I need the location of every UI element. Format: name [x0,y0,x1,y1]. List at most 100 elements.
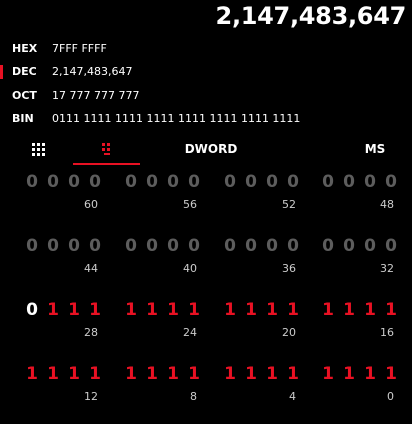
bit-toggle[interactable]: 1 [362,300,378,320]
bit-toggle[interactable]: 1 [186,300,202,320]
radix-row-oct[interactable]: OCT 17 777 777 777 [0,87,412,109]
bit-toggle[interactable]: 0 [285,236,301,256]
memory-store-button[interactable]: MS [360,135,390,163]
bit-position-label: 4 [289,390,296,403]
bit-position-label: 56 [183,198,197,211]
bit-toggle[interactable]: 1 [320,300,336,320]
bit-toggle[interactable]: 0 [341,172,357,192]
bit-toggle[interactable]: 1 [362,364,378,384]
bit-toggle[interactable]: 0 [383,172,399,192]
radix-label: BIN [12,112,34,125]
bit-position-label: 24 [183,326,197,339]
bit-position-label: 32 [380,262,394,275]
keypad-grid-icon [31,142,45,156]
bit-toggle[interactable]: 1 [264,364,280,384]
bit-toggle[interactable]: 0 [87,172,103,192]
radix-label: OCT [12,89,37,102]
bit-toggle[interactable]: 1 [264,300,280,320]
bit-toggle[interactable]: 0 [24,300,40,320]
bit-toggle[interactable]: 1 [285,364,301,384]
bit-toggle[interactable]: 1 [144,364,160,384]
bit-toggle[interactable]: 0 [123,236,139,256]
bit-toggle[interactable]: 1 [383,300,399,320]
bit-position-label: 20 [282,326,296,339]
radix-row-bin[interactable]: BIN 0111 1111 1111 1111 1111 1111 1111 11… [0,110,412,132]
bit-row: 0 1 1 1 1 1 1 1 1 1 1 1 1 1 1 1 28 24 20 16 [0,300,412,360]
bit-toggle[interactable]: 0 [123,172,139,192]
radix-label: HEX [12,42,38,55]
bit-toggle[interactable]: 0 [383,236,399,256]
keypad-tab[interactable] [20,135,56,163]
bit-toggle[interactable]: 1 [66,300,82,320]
bit-toggle-tab[interactable] [73,135,140,165]
bit-toggle[interactable]: 1 [243,300,259,320]
bit-toggle[interactable]: 0 [66,236,82,256]
bit-toggle[interactable]: 1 [383,364,399,384]
bit-toggle[interactable]: 1 [123,364,139,384]
bit-toggle[interactable]: 1 [222,364,238,384]
bit-toggle[interactable]: 0 [45,172,61,192]
bit-position-label: 36 [282,262,296,275]
bit-toggle[interactable]: 0 [144,172,160,192]
bit-toggle[interactable]: 1 [24,364,40,384]
bit-toggle[interactable]: 1 [87,364,103,384]
bit-toggle[interactable]: 1 [243,364,259,384]
bit-toggle[interactable]: 0 [186,236,202,256]
bit-toggle[interactable]: 1 [320,364,336,384]
bit-toggle[interactable]: 1 [45,364,61,384]
bit-toggle[interactable]: 1 [45,300,61,320]
bit-toggle[interactable]: 0 [87,236,103,256]
bit-toggle[interactable]: 0 [264,172,280,192]
radix-row-hex[interactable]: HEX 7FFF FFFF [0,40,412,62]
bit-toggle[interactable]: 0 [45,236,61,256]
bit-toggle[interactable]: 1 [186,364,202,384]
bit-toggle[interactable]: 1 [222,300,238,320]
bit-toggle[interactable]: 0 [285,172,301,192]
bit-position-label: 60 [84,198,98,211]
bit-toggle[interactable]: 0 [144,236,160,256]
bit-position-label: 8 [190,390,197,403]
bit-toggle[interactable]: 1 [341,364,357,384]
selected-indicator [0,65,3,79]
bit-toggle[interactable]: 0 [165,172,181,192]
bit-position-label: 48 [380,198,394,211]
bit-position-label: 0 [387,390,394,403]
bit-toggle[interactable]: 0 [222,172,238,192]
bit-toggle[interactable]: 1 [87,300,103,320]
selected-indicator [0,42,3,56]
radix-value: 2,147,483,647 [52,65,133,78]
bit-toggle[interactable]: 1 [165,364,181,384]
bit-position-label: 40 [183,262,197,275]
bit-toggle[interactable]: 0 [243,172,259,192]
bit-toggle-tabs: DWORD MS [0,135,412,165]
bit-row: 0 0 0 0 0 0 0 0 0 0 0 0 0 0 0 0 44 40 36 32 [0,236,412,296]
bit-toggle[interactable]: 1 [66,364,82,384]
bit-toggle-icon [101,143,112,155]
bit-position-label: 16 [380,326,394,339]
bit-toggle[interactable]: 1 [285,300,301,320]
bit-toggle[interactable]: 0 [341,236,357,256]
bit-toggle[interactable]: 0 [264,236,280,256]
bit-toggle[interactable]: 0 [362,172,378,192]
bit-toggle[interactable]: 0 [165,236,181,256]
bit-row: 0 0 0 0 0 0 0 0 0 0 0 0 0 0 0 0 60 56 52 48 [0,172,412,232]
bit-toggle[interactable]: 0 [24,172,40,192]
bit-toggle[interactable]: 0 [222,236,238,256]
radix-row-dec[interactable]: DEC 2,147,483,647 [0,63,412,85]
bit-toggle[interactable]: 1 [341,300,357,320]
bit-toggle[interactable]: 0 [362,236,378,256]
bit-toggle[interactable]: 0 [243,236,259,256]
bit-position-label: 44 [84,262,98,275]
bit-toggle[interactable]: 0 [66,172,82,192]
bit-toggle[interactable]: 1 [165,300,181,320]
word-size-button[interactable]: DWORD [180,135,242,163]
bit-toggle[interactable]: 0 [24,236,40,256]
bit-toggle[interactable]: 0 [186,172,202,192]
bit-position-label: 12 [84,390,98,403]
bit-toggle[interactable]: 1 [123,300,139,320]
result-display: 2,147,483,647 [215,2,407,30]
bit-toggle[interactable]: 1 [144,300,160,320]
radix-value: 17 777 777 777 [52,89,140,102]
bit-toggle[interactable]: 0 [320,172,336,192]
bit-toggle[interactable]: 0 [320,236,336,256]
